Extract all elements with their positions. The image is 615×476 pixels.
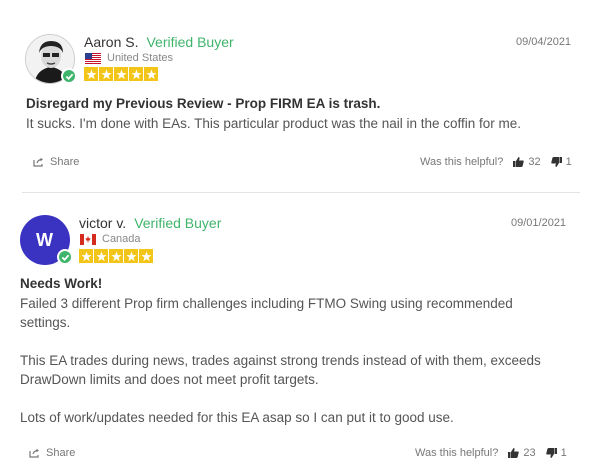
share-label: Share: [50, 156, 80, 168]
review-item: Aaron S. Verified Buyer 09/04/2021 United…: [0, 0, 615, 192]
star-icon: [139, 249, 153, 263]
thumbs-down-button[interactable]: 1: [545, 447, 567, 459]
country-name: United States: [107, 52, 174, 64]
share-icon: [29, 448, 39, 458]
star-rating: [79, 249, 153, 263]
review-paragraph: Failed 3 different Prop firm challenges …: [20, 296, 513, 330]
helpful-yes-count: 32: [528, 156, 541, 168]
star-icon: [79, 249, 93, 263]
share-label: Share: [46, 447, 76, 459]
thumbs-up-icon: [513, 157, 525, 167]
us-flag-icon: [85, 52, 101, 64]
review-item: W victor v. Verified Buyer 09/01/2021 Can…: [0, 192, 615, 476]
reviewer-name-text: victor v.: [79, 215, 127, 231]
share-button[interactable]: Share: [29, 447, 75, 459]
thumbs-up-button[interactable]: 23: [508, 447, 536, 459]
thumbs-down-button[interactable]: 1: [550, 156, 572, 168]
thumbs-down-icon: [545, 448, 557, 458]
review-paragraph: Lots of work/updates needed for this EA …: [20, 410, 454, 425]
helpful-no-count: 1: [565, 156, 572, 168]
reviewer-name: victor v. Verified Buyer: [79, 215, 221, 231]
helpful-no-count: 1: [560, 447, 567, 459]
star-icon: [94, 249, 108, 263]
review-paragraph: It sucks. I'm done with EAs. This partic…: [26, 116, 522, 131]
star-icon: [114, 67, 128, 81]
review-date: 09/01/2021: [511, 217, 567, 229]
verified-buyer-label: Verified Buyer: [134, 215, 222, 231]
reviewer-name: Aaron S. Verified Buyer: [84, 34, 234, 50]
review-date: 09/04/2021: [516, 36, 572, 48]
share-icon: [33, 157, 43, 167]
review-title: Disregard my Previous Review - Prop FIRM…: [26, 96, 381, 111]
reviewer-location: Canada: [80, 233, 141, 245]
verified-buyer-label: Verified Buyer: [146, 34, 234, 50]
helpful-vote: Was this helpful? 23 1: [415, 447, 567, 459]
verified-check-icon: [57, 249, 73, 265]
thumbs-up-icon: [508, 448, 520, 458]
helpful-label: Was this helpful?: [415, 447, 499, 459]
thumbs-down-icon: [550, 157, 562, 167]
star-icon: [129, 67, 143, 81]
helpful-yes-count: 23: [523, 447, 536, 459]
review-body: It sucks. I'm done with EAs. This partic…: [26, 114, 566, 152]
share-button[interactable]: Share: [33, 156, 79, 168]
canada-flag-icon: [80, 233, 96, 245]
helpful-label: Was this helpful?: [420, 156, 504, 168]
review-title: Needs Work!: [20, 276, 103, 291]
star-icon: [124, 249, 138, 263]
helpful-vote: Was this helpful? 32 1: [420, 156, 572, 168]
reviewer-name-text: Aaron S.: [84, 34, 139, 50]
reviewer-location: United States: [85, 52, 173, 64]
review-paragraph: This EA trades during news, trades again…: [20, 353, 541, 387]
country-name: Canada: [102, 233, 141, 245]
thumbs-up-button[interactable]: 32: [513, 156, 541, 168]
star-icon: [144, 67, 158, 81]
star-rating: [84, 67, 158, 81]
review-body: Failed 3 different Prop firm challenges …: [20, 294, 560, 446]
star-icon: [99, 67, 113, 81]
star-icon: [84, 67, 98, 81]
star-icon: [109, 249, 123, 263]
verified-check-icon: [61, 68, 77, 84]
